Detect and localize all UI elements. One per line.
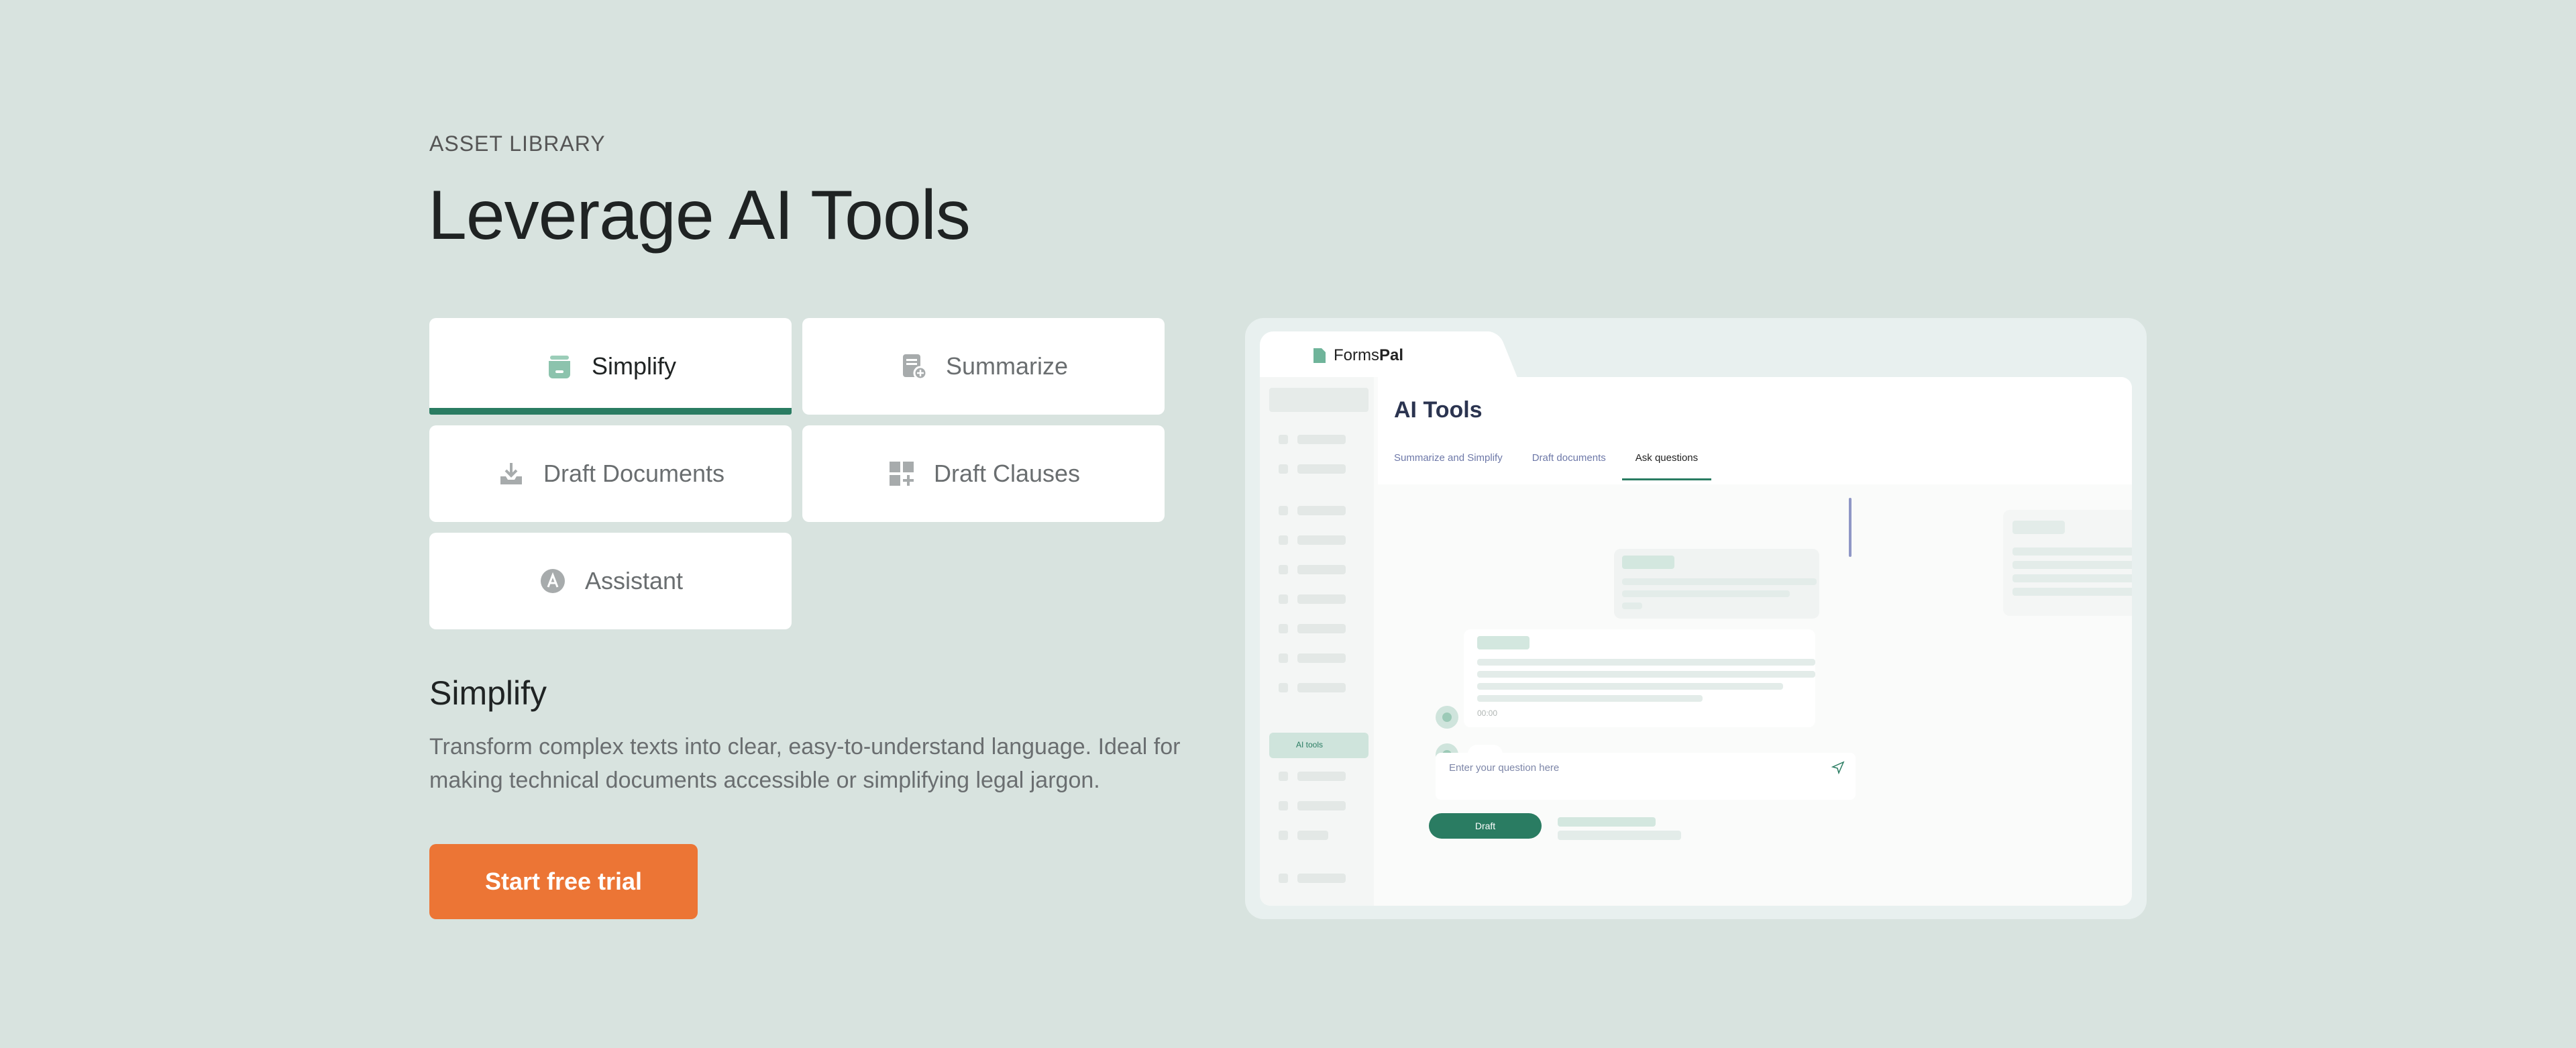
subtab-draft-documents[interactable]: Draft documents [1532,452,1606,480]
app-preview: FormsPal AI tools AI Tools Summarize and… [1245,318,2147,919]
brand-suffix: Pal [1379,346,1404,364]
document-gear-icon [902,354,928,380]
sidebar-item-ai-tools[interactable]: AI tools [1269,733,1368,758]
tab-draft-clauses[interactable]: Draft Clauses [802,425,1165,522]
section-label: ASSET LIBRARY [429,132,606,156]
start-free-trial-button[interactable]: Start free trial [429,844,698,919]
assistant-avatar-icon [1436,706,1458,729]
tab-label: Simplify [591,352,677,380]
subtab-summarize-simplify[interactable]: Summarize and Simplify [1394,452,1503,480]
tool-tabs: Simplify Summarize Draft Documents Draft… [429,318,1165,629]
draft-button[interactable]: Draft [1429,813,1542,839]
tab-draft-documents[interactable]: Draft Documents [429,425,792,522]
selected-tool-description: Transform complex texts into clear, easy… [429,734,1181,793]
page-title: Leverage AI Tools [428,176,971,254]
message-timestamp: 00:00 [1477,709,1498,718]
subtab-ask-questions[interactable]: Ask questions [1621,452,1712,480]
sidebar-item-label: AI tools [1296,740,1324,749]
tab-label: Assistant [584,567,684,594]
preview-title: AI Tools [1394,397,1483,423]
preview-sidebar: AI tools [1260,377,1374,906]
grid-plus-icon [889,462,914,486]
tab-assistant[interactable]: Assistant [429,533,792,629]
tab-label: Summarize [945,352,1069,380]
question-input-placeholder: Enter your question here [1449,762,1560,774]
download-tray-icon [500,463,522,484]
preview-subtabs: Summarize and Simplify Draft documents A… [1394,452,1712,480]
assistant-a-icon [540,569,565,593]
tab-simplify[interactable]: Simplify [429,318,792,415]
selected-tool-title: Simplify [429,674,547,712]
tab-label: Draft Clauses [933,460,1081,487]
send-icon[interactable] [1831,761,1845,774]
archive-icon [548,356,570,378]
brand-prefix: Forms [1334,346,1379,364]
brand-logo: FormsPal [1312,346,1403,365]
tab-label: Draft Documents [543,460,725,487]
app-window: AI tools AI Tools Summarize and Simplify… [1260,377,2132,906]
document-icon [1313,348,1326,363]
question-input[interactable]: Enter your question here [1436,753,1856,800]
tab-summarize[interactable]: Summarize [802,318,1165,415]
